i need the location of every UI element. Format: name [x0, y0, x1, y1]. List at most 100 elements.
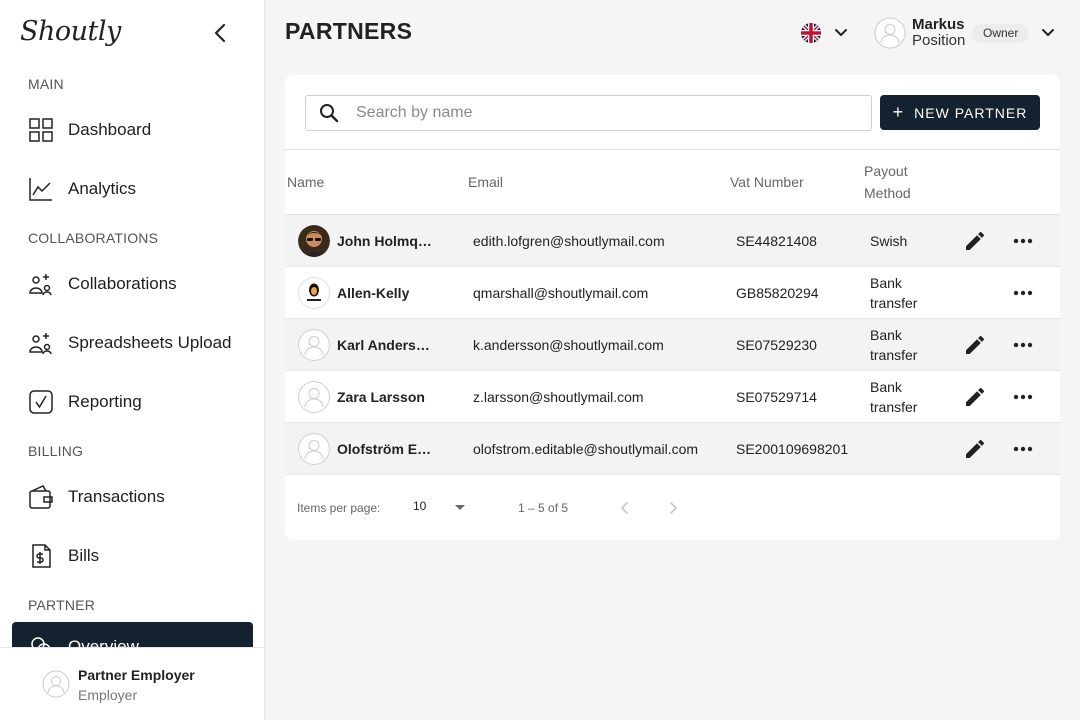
spreadsheet-upload-icon — [28, 330, 54, 356]
sidebar-item-collaborations[interactable]: Collaborations — [12, 259, 253, 309]
wallet-icon — [28, 484, 54, 510]
collaborations-icon — [28, 271, 54, 297]
sidebar-item-bills[interactable]: Bills — [12, 531, 253, 581]
search-input[interactable] — [356, 104, 836, 122]
section-label-billing: BILLING — [28, 443, 84, 459]
avatar — [298, 381, 330, 413]
sidebar-item-spreadsheets-upload[interactable]: Spreadsheets Upload — [12, 318, 253, 368]
previous-page-button[interactable] — [615, 498, 635, 518]
table-row[interactable]: John Holmqvist edith.lofgren@shoutlymail… — [285, 215, 1060, 267]
footer-user-role: Employer — [78, 687, 138, 703]
more-options-icon[interactable] — [1011, 229, 1035, 253]
app-logo[interactable]: Shoutly — [20, 16, 121, 47]
search-field[interactable] — [305, 95, 872, 131]
partner-vat: GB85820294 — [736, 285, 819, 301]
partner-name: Allen-Kelly — [337, 285, 410, 301]
partner-name: John Holmqvist — [337, 233, 437, 249]
sidebar-item-label: Collaborations — [68, 274, 177, 293]
avatar — [298, 225, 330, 257]
column-header-name[interactable]: Name — [287, 171, 324, 193]
dashboard-grid-icon — [28, 117, 54, 143]
column-header-vat[interactable]: Vat Number — [730, 171, 804, 193]
sidebar-item-label: Dashboard — [68, 120, 152, 139]
table-row[interactable]: Zara Larsson z.larsson@shoutlymail.com S… — [285, 371, 1060, 423]
search-icon — [318, 102, 340, 124]
partner-email: z.larsson@shoutlymail.com — [473, 389, 644, 405]
reporting-check-icon — [28, 389, 54, 415]
chevron-left-icon — [621, 502, 628, 514]
role-badge: Owner — [972, 24, 1030, 43]
table-row[interactable]: Karl Andersson k.andersson@shoutlymail.c… — [285, 319, 1060, 371]
sidebar-item-dashboard[interactable]: Dashboard — [12, 105, 253, 155]
next-page-button[interactable] — [663, 498, 683, 518]
new-partner-label: NEW PARTNER — [914, 104, 1028, 121]
partner-name: Karl Andersson — [337, 337, 437, 353]
new-partner-button[interactable]: + NEW PARTNER — [880, 95, 1040, 130]
sidebar-item-label: Spreadsheets Upload — [68, 333, 232, 352]
partner-name: Olofström Editable — [337, 441, 437, 457]
header-user-name: Markus — [912, 16, 965, 33]
column-header-payout-line1: Payout — [864, 163, 908, 179]
partner-payout: Bank transfer — [870, 275, 918, 311]
edit-pencil-icon[interactable] — [963, 437, 987, 461]
partner-email: qmarshall@shoutlymail.com — [473, 285, 649, 301]
language-dropdown-chevron-icon[interactable] — [833, 24, 849, 40]
dropdown-arrow-icon — [455, 505, 465, 510]
section-label-partner: PARTNER — [28, 597, 96, 613]
section-label-main: MAIN — [28, 76, 64, 92]
more-options-icon[interactable] — [1011, 333, 1035, 357]
column-header-payout[interactable]: Payout Method — [864, 160, 911, 204]
table-row[interactable]: Allen-Kelly qmarshall@shoutlymail.com GB… — [285, 267, 1060, 319]
avatar — [298, 329, 330, 361]
sidebar-item-analytics[interactable]: Analytics — [12, 164, 253, 214]
pagination-range: 1 – 5 of 5 — [518, 501, 569, 515]
partner-name: Zara Larsson — [337, 389, 425, 405]
edit-pencil-icon[interactable] — [963, 333, 987, 357]
avatar — [298, 433, 330, 465]
chevron-left-icon — [214, 23, 226, 43]
sidebar-item-transactions[interactable]: Transactions — [12, 472, 253, 522]
column-header-payout-line2: Method — [864, 185, 911, 201]
items-per-page-label: Items per page: — [297, 501, 381, 515]
plus-icon: + — [892, 102, 905, 122]
partner-vat: SE07529230 — [736, 337, 817, 353]
partner-vat: SE07529714 — [736, 389, 817, 405]
more-options-icon[interactable] — [1011, 281, 1035, 305]
partner-email: edith.lofgren@shoutlymail.com — [473, 233, 665, 249]
sidebar-item-label: Reporting — [68, 392, 142, 411]
user-menu-chevron-icon[interactable] — [1040, 24, 1056, 40]
sidebar: Shoutly MAIN Dashboard Analytics COLLABO… — [0, 0, 265, 720]
sidebar-item-reporting[interactable]: Reporting — [12, 377, 253, 427]
partners-card: + NEW PARTNER Name Email Vat Number Payo… — [285, 75, 1060, 540]
partner-payout: Bank transfer — [870, 327, 918, 363]
edit-pencil-icon[interactable] — [963, 385, 987, 409]
table-header: Name Email Vat Number Payout Method — [285, 149, 1060, 215]
items-per-page-value: 10 — [413, 499, 427, 513]
table-row[interactable]: Olofström Editable olofstrom.editable@sh… — [285, 423, 1060, 475]
chevron-right-icon — [670, 502, 677, 514]
sidebar-item-label: Analytics — [68, 179, 137, 198]
avatar — [42, 670, 70, 698]
more-options-icon[interactable] — [1011, 385, 1035, 409]
bill-icon — [28, 543, 54, 569]
edit-pencil-icon[interactable] — [963, 229, 987, 253]
avatar[interactable] — [874, 17, 906, 49]
footer-user-name: Partner Employer — [78, 667, 195, 683]
partner-email: olofstrom.editable@shoutlymail.com — [473, 441, 699, 457]
column-header-email[interactable]: Email — [468, 171, 503, 193]
page-title: PARTNERS — [285, 18, 413, 44]
uk-flag-icon[interactable] — [801, 23, 821, 43]
partner-payout: Bank transfer — [870, 379, 918, 415]
avatar — [298, 277, 330, 309]
more-options-icon[interactable] — [1011, 437, 1035, 461]
sidebar-footer-user[interactable]: Partner Employer Employer — [0, 647, 264, 720]
sidebar-item-label: Bills — [68, 546, 100, 565]
partner-payout: Swish — [870, 233, 908, 249]
items-per-page-select[interactable]: 10 — [413, 499, 469, 519]
collapse-sidebar-button[interactable] — [208, 20, 234, 46]
header-user-position: Position — [912, 32, 966, 49]
sidebar-item-label: Transactions — [68, 487, 165, 506]
section-label-collaborations: COLLABORATIONS — [28, 230, 159, 246]
partner-email: k.andersson@shoutlymail.com — [473, 337, 664, 353]
partner-vat: SE200109698201 — [736, 441, 849, 457]
